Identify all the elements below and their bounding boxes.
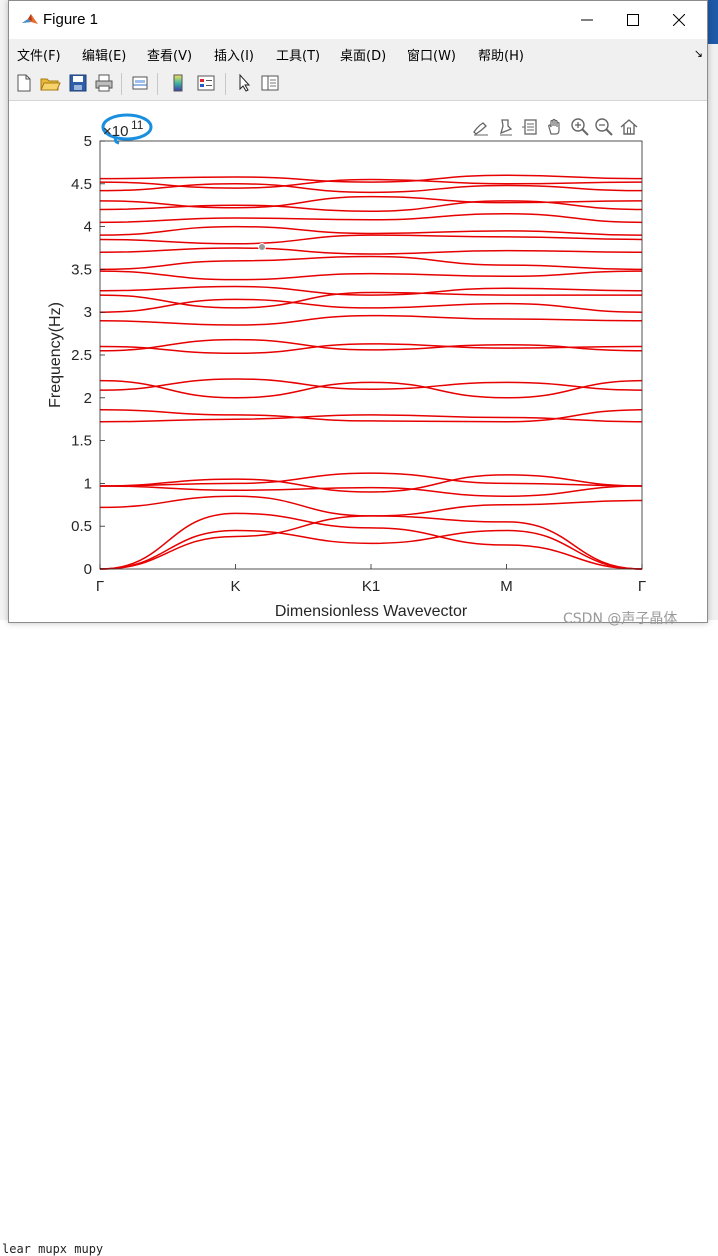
series-line-3 [99, 512, 643, 570]
x-tick-label: K [230, 578, 240, 595]
series-line-5 [99, 485, 643, 497]
series-line-14 [99, 314, 643, 326]
y-tick-label: 2.5 [71, 347, 92, 364]
y-tick-label: 3 [84, 304, 92, 321]
y-tick-label: 2 [84, 390, 92, 407]
y-tick-label: 4 [84, 219, 92, 236]
series-line-21 [99, 234, 643, 245]
y-tick-label: 0.5 [71, 518, 92, 535]
x-tick-label: K1 [362, 578, 380, 595]
series-layer [99, 174, 643, 570]
y-tick-label: 1.5 [71, 433, 92, 450]
exponent-label: ×10 [103, 123, 128, 140]
band-structure-chart: 0 0.5 1 1.5 2 2.5 3 3.5 4 4.5 5 Γ K K1 M Γ ×10 11 Frequ… [47, 113, 646, 620]
series-line-17 [99, 285, 643, 296]
y-axis-label: Frequency(Hz) [47, 302, 64, 408]
series-line-28 [99, 174, 643, 183]
series-line-22 [99, 225, 643, 236]
x-tick-label: Γ [638, 578, 646, 595]
series-line-4 [99, 495, 643, 517]
x-axis-label: Dimensionless Wavevector [275, 603, 468, 620]
series-line-12 [99, 338, 643, 352]
series-line-26 [99, 183, 643, 194]
series-line-25 [99, 195, 643, 209]
data-cursor-marker [258, 243, 266, 251]
series-line-13 [99, 343, 643, 355]
series-line-10 [99, 378, 643, 391]
y-tick-label: 4.5 [71, 176, 92, 193]
series-line-23 [99, 213, 643, 224]
exponent-power: 11 [131, 118, 144, 132]
csdn-watermark: CSDN @声子晶体 [563, 611, 678, 627]
y-tick-label: 1 [84, 475, 92, 492]
series-line-18 [99, 270, 643, 281]
y-tick-label: 3.5 [71, 261, 92, 278]
series-line-15 [99, 298, 643, 313]
y-tick-label: 5 [84, 133, 92, 150]
background-code-line: lear mupx mupy [2, 1242, 104, 1256]
y-tick-label: 0 [84, 561, 92, 578]
series-line-7 [99, 472, 643, 487]
x-tick-label: M [500, 578, 513, 595]
series-line-20 [99, 247, 643, 255]
x-tick-label: Γ [96, 578, 104, 595]
series-line-19 [99, 255, 643, 271]
